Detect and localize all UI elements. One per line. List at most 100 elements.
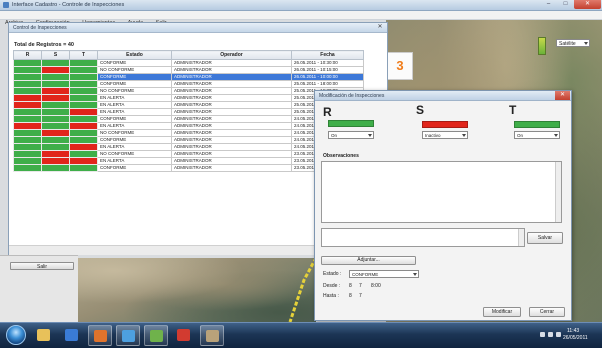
phase-r-select[interactable]: On (328, 131, 374, 139)
table-row[interactable]: CONFORMEADMINISTRADOR24.05.2011 - 18:00:… (13, 115, 364, 123)
coast-map[interactable] (78, 258, 316, 322)
save-button[interactable]: Salvar (527, 232, 563, 244)
column-header-s[interactable]: S (41, 50, 70, 60)
taskbar-button[interactable] (172, 325, 196, 346)
table-row[interactable]: EN ALERTAADMINISTRADOR24.05.2011 - 10:00… (13, 143, 364, 151)
tray-arrow-icon[interactable] (540, 332, 545, 337)
table-row[interactable]: CONFORME ADMINISTRADOR 26.05.2011 - 10:30:… (13, 59, 364, 67)
phase-r-status-cell (13, 66, 42, 74)
phase-t-status-bar (514, 121, 560, 128)
phase-s-status-cell (41, 108, 70, 116)
phase-t-status-cell (69, 150, 98, 158)
dialog-close-button[interactable]: ✕ (555, 91, 570, 100)
observations-textarea[interactable] (321, 161, 562, 223)
phase-t-status-cell (69, 66, 98, 74)
fecha-cell: 25.05.2011 - 18:00:00 (291, 80, 364, 88)
column-header-fecha[interactable]: Fecha (291, 50, 364, 60)
table-row[interactable]: NO CONFORMEADMINISTRADOR23.05.2011 - 18:… (13, 150, 364, 158)
observations-scrollbar[interactable] (555, 162, 561, 222)
table-row[interactable]: NO CONFORMEADMINISTRADOR25.05.2011 - 16:… (13, 87, 364, 95)
note-input-scrollbar[interactable] (518, 229, 524, 246)
phase-s-select[interactable]: Inactivo (422, 131, 468, 139)
state-select[interactable]: CONFORME (349, 270, 419, 278)
state-value: CONFORME (352, 272, 379, 277)
taskbar-button[interactable] (88, 325, 112, 346)
left-bottom-panel: Salir (0, 255, 78, 323)
media-player-icon (65, 329, 78, 341)
phase-r-status-cell (13, 129, 42, 137)
close-dialog-button[interactable]: Cerrar (529, 307, 565, 317)
start-button[interactable] (6, 325, 26, 345)
table-row[interactable]: CONFORMEADMINISTRADOR23.05.2011 - 14:00:… (13, 164, 364, 172)
clock-date[interactable]: 26/05/2011 (563, 335, 588, 341)
table-row[interactable]: EN ALERTAADMINISTRADOR25.05.2011 - 14:00… (13, 94, 364, 102)
close-window-button[interactable]: ✕ (574, 0, 601, 9)
modify-button[interactable]: Modificar (483, 307, 521, 317)
inspections-title: Control de Inspecciones (13, 24, 67, 31)
table-row[interactable]: EN ALERTAADMINISTRADOR24.05.2011 - 16:00… (13, 122, 364, 130)
operador-cell: ADMINISTRADOR (171, 87, 292, 95)
phase-s-status-cell (41, 73, 70, 81)
observations-label: Observaciones (323, 153, 359, 159)
network-icon[interactable] (548, 332, 553, 337)
from-month[interactable]: 7 (359, 283, 362, 289)
phase-r-status-cell (13, 157, 42, 165)
phase-t-status-cell (69, 59, 98, 67)
inspections-close-button[interactable]: ✕ (374, 23, 386, 32)
taskbar: 11:43 26/05/2011 (0, 322, 602, 348)
map-marker[interactable]: 3 (387, 52, 413, 80)
column-header-t[interactable]: T (69, 50, 98, 60)
map-app-icon (206, 330, 219, 342)
table-row[interactable]: CONFORME ADMINISTRADOR 25.05.2011 - 18:00:… (13, 80, 364, 88)
operador-cell: ADMINISTRADOR (171, 59, 292, 67)
dialog-title-bar[interactable]: Modificación de Inspecciones ✕ (315, 91, 571, 101)
volume-icon[interactable] (556, 332, 561, 337)
table-row[interactable]: EN ALERTAADMINISTRADOR25.05.2011 - 12:00… (13, 101, 364, 109)
column-header-estado[interactable]: Estado (97, 50, 172, 60)
table-row[interactable]: CONFORME ADMINISTRADOR 26.05.2011 - 10:00:… (13, 73, 364, 81)
inspections-title-bar[interactable]: Control de Inspecciones ✕ (9, 23, 387, 33)
phase-t-status-cell (69, 115, 98, 123)
operador-cell: ADMINISTRADOR (171, 94, 292, 102)
to-month[interactable]: 7 (359, 293, 362, 299)
taskbar-button[interactable] (144, 325, 168, 346)
system-tray[interactable] (540, 329, 562, 341)
phase-t-status-cell (69, 122, 98, 130)
phase-t-select[interactable]: On (514, 131, 560, 139)
app-title-bar[interactable]: Interface Cadastro - Controle de Inspecc… (0, 0, 602, 11)
taskbar-button[interactable] (32, 325, 56, 346)
exit-button[interactable]: Salir (10, 262, 74, 270)
maximize-button[interactable]: □ (557, 0, 574, 9)
minimize-button[interactable]: – (540, 0, 557, 9)
taskbar-button[interactable] (200, 325, 224, 346)
phase-t-status-cell (69, 80, 98, 88)
map-zoom-slider[interactable] (538, 37, 546, 55)
phase-s-status-cell (41, 101, 70, 109)
phase-r-status-cell (13, 150, 42, 158)
to-day[interactable]: 8 (349, 293, 352, 299)
from-time[interactable]: 8:00 (371, 283, 381, 289)
attach-button[interactable]: Adjuntar... (321, 256, 416, 265)
column-header-r[interactable]: R (13, 50, 42, 60)
table-row[interactable]: NO CONFORME ADMINISTRADOR 26.05.2011 - 10:… (13, 66, 364, 74)
taskbar-button[interactable] (60, 325, 84, 346)
from-day[interactable]: 8 (349, 283, 352, 289)
estado-cell: EN ALERTA (97, 122, 172, 130)
phase-s-status-cell (41, 129, 70, 137)
edit-inspection-dialog: Modificación de Inspecciones ✕ R On S In… (314, 90, 572, 321)
operador-cell: ADMINISTRADOR (171, 115, 292, 123)
table-row[interactable]: NO CONFORMEADMINISTRADOR24.05.2011 - 14:… (13, 129, 364, 137)
note-input[interactable] (321, 228, 525, 247)
table-row[interactable]: EN ALERTAADMINISTRADOR23.05.2011 - 16:00… (13, 157, 364, 165)
phase-s-status-cell (41, 136, 70, 144)
table-row[interactable]: EN ALERTAADMINISTRADOR25.05.2011 - 10:00… (13, 108, 364, 116)
phase-r-status-cell (13, 59, 42, 67)
phase-r-status-cell (13, 143, 42, 151)
column-header-operador[interactable]: Operador (171, 50, 292, 60)
map-type-select[interactable]: Satélite (556, 39, 590, 47)
table-row[interactable]: CONFORMEADMINISTRADOR24.05.2011 - 12:00:… (13, 136, 364, 144)
taskbar-button[interactable] (116, 325, 140, 346)
phase-r-status-cell (13, 136, 42, 144)
operador-cell: ADMINISTRADOR (171, 150, 292, 158)
clock-time[interactable]: 11:43 (567, 328, 579, 334)
